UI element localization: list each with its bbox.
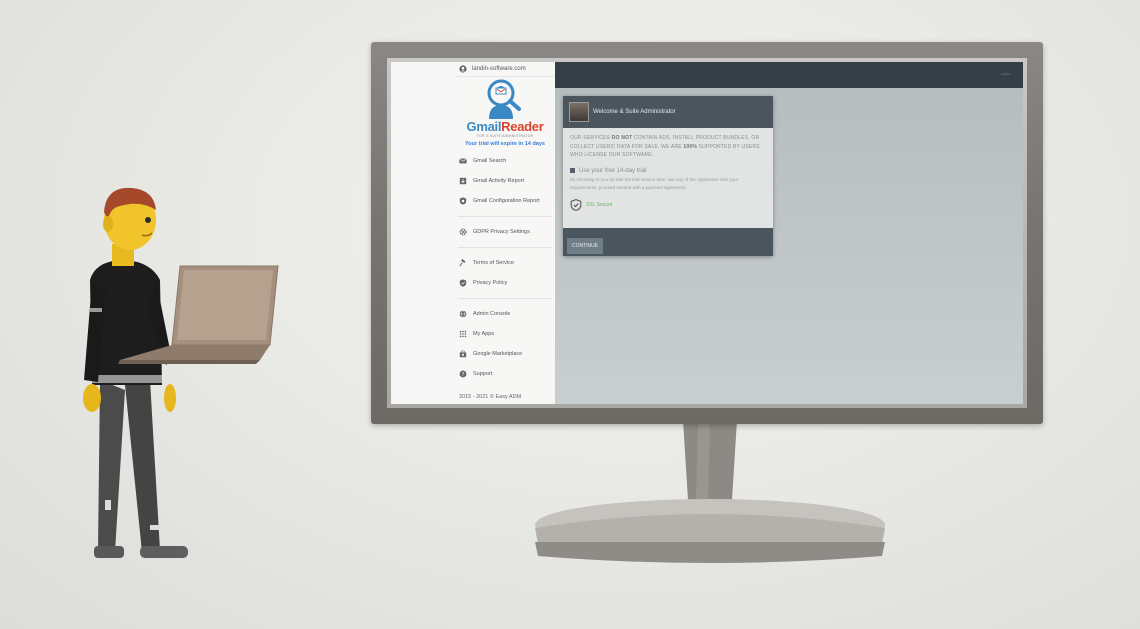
app-sidebar: landin-software.com GmailReader FOR G SU… [455, 62, 556, 404]
nav-divider [458, 298, 552, 299]
nav-gmail-search[interactable]: Gmail Search [455, 151, 555, 171]
nav-support[interactable]: ? Support [455, 364, 555, 384]
app-logo: GmailReader FOR G SUITE ADMINISTRATOR [455, 79, 555, 138]
topbar-menu-icon[interactable]: ▬▬ [1001, 71, 1011, 77]
dialog-title: Welcome & Suite Administrator [593, 109, 676, 115]
nav-privacy-policy[interactable]: Privacy Policy [455, 273, 555, 293]
app-topbar: ▬▬ [555, 62, 1023, 88]
monitor-screen: landin-software.com GmailReader FOR G SU… [391, 62, 1023, 404]
ssl-label: SSL Secure [586, 201, 613, 208]
monitor: landin-software.com GmailReader FOR G SU… [371, 42, 1043, 424]
continue-button[interactable]: CONTINUE [567, 238, 604, 254]
trial-checkbox-label: Use your free 14-day trial [579, 167, 647, 174]
trial-checkbox[interactable] [570, 168, 575, 173]
nav-gmail-configuration-report[interactable]: Gmail Configuration Report [455, 191, 555, 211]
nav-admin-console[interactable]: Admin Console [455, 304, 555, 324]
trial-notice: Your trial will expire in 14 days [465, 141, 545, 147]
logo-tagline: FOR G SUITE ADMINISTRATOR [476, 134, 534, 138]
avatar [569, 102, 589, 122]
domain-label: landin-software.com [472, 66, 526, 72]
dialog-footer: CONTINUE [563, 228, 773, 256]
gavel-icon [459, 259, 466, 267]
ssl-badge: SSL Secure [570, 198, 766, 211]
download-icon [459, 177, 467, 185]
account-icon [459, 65, 467, 73]
ssl-shield-icon [570, 198, 582, 211]
sidebar-footer: 2015 - 2021 © Easy ADM [459, 394, 522, 400]
trial-note: By choosing to you do limit the trial ve… [570, 176, 739, 191]
character-leg [98, 380, 125, 552]
nav-gdpr-privacy-settings[interactable]: GDPR Privacy Settings [455, 222, 555, 242]
gear-icon [459, 228, 467, 236]
store-icon [459, 350, 467, 358]
domain-selector[interactable]: landin-software.com [455, 62, 555, 77]
dialog-body: OUR SERVICES DO NOT CONTAIN ADS, INSTALL… [563, 128, 773, 217]
logo-wordmark: GmailReader [466, 119, 544, 134]
nav-divider [458, 216, 552, 217]
help-icon: ? [459, 370, 467, 378]
shield-check-icon [459, 279, 467, 287]
presenter-character [83, 187, 279, 558]
nav-gmail-activity-report[interactable]: Gmail Activity Report [455, 171, 555, 191]
monitor-stand [535, 420, 885, 563]
gmail-reader-logo-icon [487, 79, 521, 119]
nav-terms-of-service[interactable]: Terms of Service [455, 253, 555, 273]
nav-my-apps[interactable]: My Apps [455, 324, 555, 344]
nav-google-marketplace[interactable]: Google Marketplace [455, 344, 555, 364]
envelope-icon [459, 158, 467, 164]
service-notice: OUR SERVICES DO NOT CONTAIN ADS, INSTALL… [570, 135, 760, 158]
apps-grid-icon [459, 330, 467, 338]
welcome-dialog: Welcome & Suite Administrator OUR SERVIC… [563, 96, 773, 256]
globe-icon [459, 310, 467, 318]
shield-icon [459, 197, 467, 205]
nav-divider [458, 247, 552, 248]
dialog-header: Welcome & Suite Administrator [563, 96, 773, 128]
trial-option[interactable]: Use your free 14-day trial [570, 168, 766, 174]
